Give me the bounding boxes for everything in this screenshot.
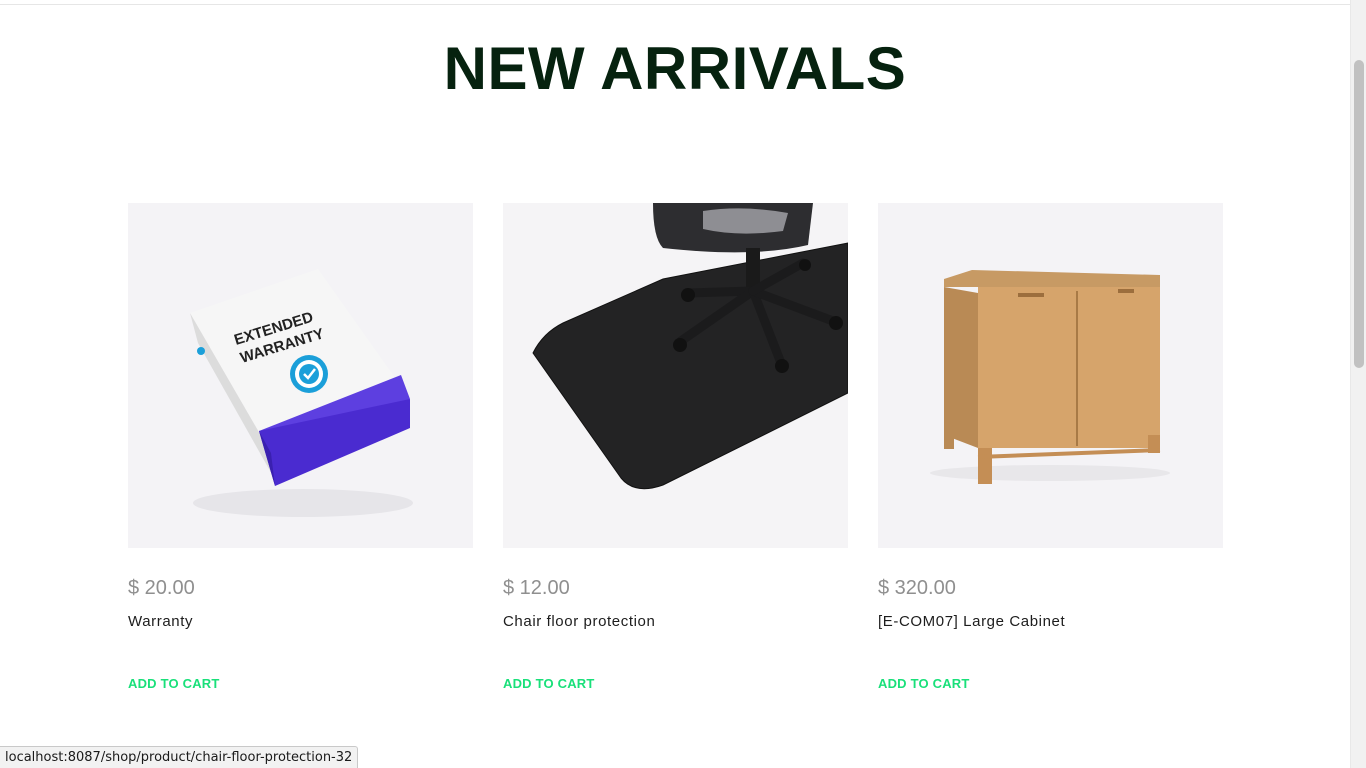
product-image-chair-floor-protection[interactable]: [503, 203, 848, 548]
page-scrollbar[interactable]: [1350, 0, 1366, 768]
product-price: $ 20.00: [128, 577, 195, 599]
section-title: NEW ARRIVALS: [443, 35, 907, 102]
product-price: $ 320.00: [878, 577, 956, 599]
product-name-link[interactable]: Warranty: [128, 613, 193, 630]
link-status-bar: localhost:8087/shop/product/chair-floor-…: [0, 746, 359, 768]
scrollbar-thumb[interactable]: [1354, 60, 1364, 368]
add-to-cart-button[interactable]: ADD TO CART: [128, 676, 220, 691]
product-card-chair-floor-protection: $ 12.00 Chair floor protection ADD TO CA…: [503, 203, 848, 703]
add-to-cart-button[interactable]: ADD TO CART: [878, 676, 970, 691]
product-name-link[interactable]: [E-COM07] Large Cabinet: [878, 613, 1065, 630]
product-card-large-cabinet: $ 320.00 [E-COM07] Large Cabinet ADD TO …: [878, 203, 1223, 703]
product-image-large-cabinet[interactable]: [878, 203, 1223, 548]
product-image-warranty[interactable]: EXTENDED WARRANTY: [128, 203, 473, 548]
product-card-warranty: EXTENDED WARRANTY $ 20.00 Warranty ADD T…: [128, 203, 473, 703]
product-price: $ 12.00: [503, 577, 570, 599]
product-name-link[interactable]: Chair floor protection: [503, 613, 655, 630]
add-to-cart-button[interactable]: ADD TO CART: [503, 676, 595, 691]
top-divider: [0, 4, 1350, 5]
